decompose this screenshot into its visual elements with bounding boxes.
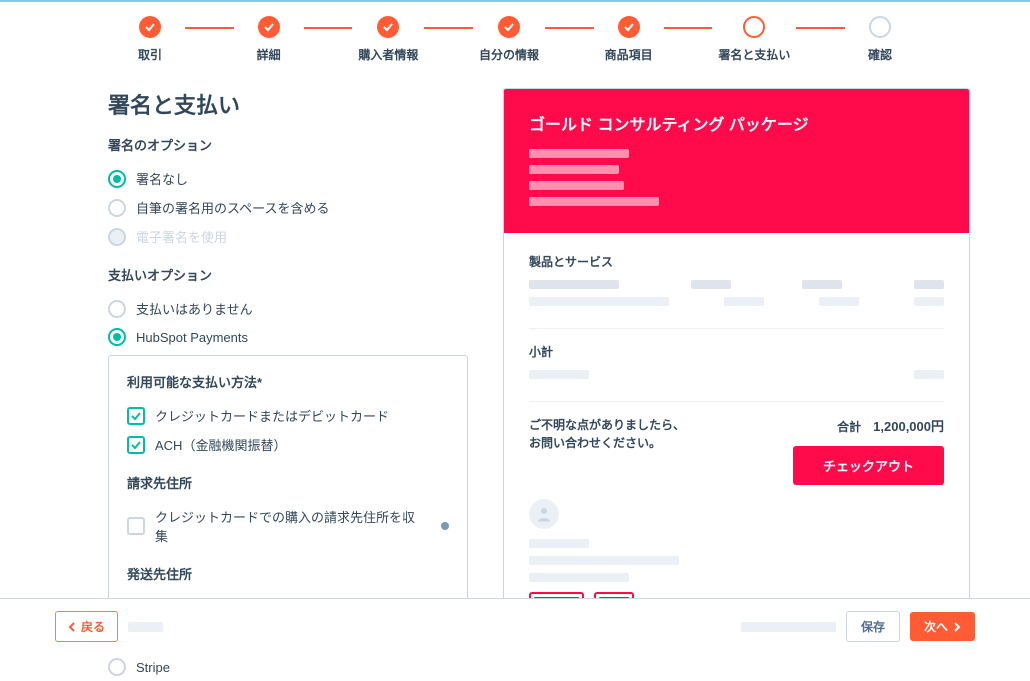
- radio-no-payment[interactable]: 支払いはありません: [108, 294, 468, 323]
- radio-stripe[interactable]: Stripe: [108, 653, 468, 681]
- preview-title: ゴールド コンサルティング パッケージ: [529, 111, 944, 135]
- payment-subpanel: 利用可能な支払い方法* クレジットカードまたはデビットカード ACH（金融機関振…: [108, 355, 468, 639]
- step-details[interactable]: 詳細: [234, 16, 304, 63]
- step-deal[interactable]: 取引: [115, 16, 185, 63]
- footer-bar: 戻る 保存 次へ: [0, 598, 1030, 654]
- step-confirm[interactable]: 確認: [845, 16, 915, 63]
- info-dot-icon: [441, 522, 449, 530]
- radio-no-signature[interactable]: 署名なし: [108, 164, 468, 193]
- step-buyer[interactable]: 購入者情報: [352, 16, 424, 63]
- radio-esignature: 電子署名を使用: [108, 222, 468, 251]
- checkout-button[interactable]: チェックアウト: [793, 446, 944, 485]
- step-self[interactable]: 自分の情報: [473, 16, 545, 63]
- stepper: 取引 詳細 購入者情報 自分の情報 商品項目 署名と支払い 確認: [0, 2, 1030, 63]
- chevron-right-icon: [953, 622, 961, 632]
- chevron-left-icon: [68, 622, 76, 632]
- checkbox-credit-debit[interactable]: クレジットカードまたはデビットカード: [127, 401, 449, 430]
- radio-hubspot-payments[interactable]: HubSpot Payments: [108, 323, 468, 351]
- checkbox-ach[interactable]: ACH（金融機関振替）: [127, 430, 449, 459]
- quote-preview: ゴールド コンサルティング パッケージ 製品とサービス 小計: [503, 88, 970, 627]
- next-button[interactable]: 次へ: [910, 612, 975, 641]
- step-items[interactable]: 商品項目: [594, 16, 664, 63]
- checkbox-billing-address[interactable]: クレジットカードでの購入の請求先住所を収集: [127, 502, 449, 550]
- avatar-icon: [529, 499, 559, 529]
- preview-subtotal-heading: 小計: [529, 343, 944, 360]
- signature-heading: 署名のオプション: [108, 135, 468, 154]
- step-signature-payment[interactable]: 署名と支払い: [712, 16, 796, 63]
- radio-handwritten-space[interactable]: 自筆の署名用のスペースを含める: [108, 193, 468, 222]
- page-title: 署名と支払い: [108, 88, 468, 120]
- back-button[interactable]: 戻る: [55, 611, 118, 642]
- preview-help-text: ご不明な点がありましたら、お問い合わせください。: [529, 416, 685, 452]
- payment-heading: 支払いオプション: [108, 265, 468, 284]
- save-button[interactable]: 保存: [846, 611, 900, 642]
- preview-products-heading: 製品とサービス: [529, 253, 944, 270]
